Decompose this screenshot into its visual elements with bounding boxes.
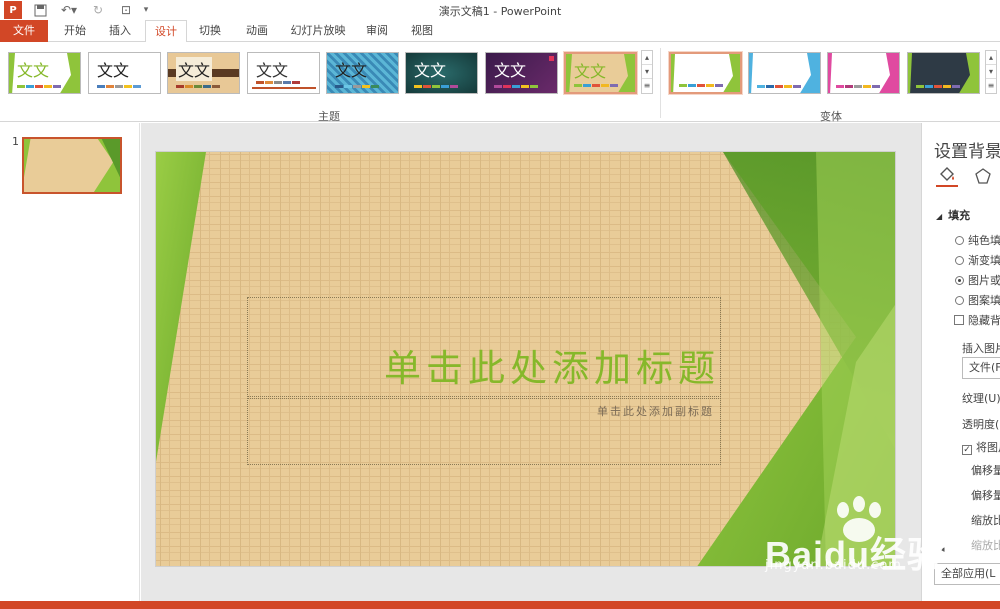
tab-home[interactable]: 开始 (58, 20, 92, 42)
variant-pink[interactable] (827, 52, 900, 94)
variants-group-label: 变体 (820, 110, 842, 123)
tile-picture-checkbox[interactable]: ✓将图片 (962, 439, 1000, 455)
file-button[interactable]: 文件(F (962, 357, 1000, 379)
tab-review[interactable]: 审阅 (360, 20, 394, 42)
design-ribbon: 文文 文文 文文 文文 文文 文文 文文 文文 ▴ ▾ ≡ 主题 ▴ ▾ ≡ 变… (0, 42, 1000, 123)
tab-file[interactable]: 文件 (0, 20, 48, 42)
theme-thumb-current[interactable]: 文文 (564, 52, 637, 94)
theme-thumb-retro[interactable]: 文文 (247, 52, 320, 94)
themes-gallery-scroll[interactable]: ▴ ▾ ≡ (641, 50, 653, 94)
slide-title[interactable]: 单击此处添加标题 (384, 338, 720, 392)
title-placeholder[interactable]: 单击此处添加标题 (247, 297, 721, 397)
collapse-triangle-icon: ◢ (936, 212, 943, 221)
tab-insert[interactable]: 插入 (103, 20, 137, 42)
tab-design[interactable]: 设计 (145, 20, 187, 43)
hide-background-checkbox[interactable]: 隐藏背 (954, 312, 1000, 328)
slide-thumbnails-pane (0, 123, 140, 601)
variant-dark[interactable] (907, 52, 980, 94)
more-icon[interactable]: ≡ (642, 79, 652, 93)
texture-label[interactable]: 纹理(U) (962, 390, 1000, 406)
picture-fill-option[interactable]: 图片或 (955, 272, 1000, 288)
subtitle-placeholder[interactable]: 单击此处添加副标题 (247, 398, 721, 465)
tab-transitions[interactable]: 切换 (193, 20, 227, 42)
effects-pentagon-icon[interactable] (972, 165, 994, 187)
window-title: 演示文稿1 - PowerPoint (438, 5, 562, 18)
transparency-label[interactable]: 透明度(I (962, 416, 1000, 432)
theme-thumb-facet[interactable]: 文文 (8, 52, 81, 94)
title-bar: P ↶▾ ↻ ⊡ ▾ 演示文稿1 - PowerPoint (0, 0, 1000, 20)
baidu-watermark: Baidu经验 jingyan.baidu.com (765, 496, 1000, 586)
status-bar (0, 601, 1000, 609)
insert-picture-label: 插入图片 (962, 342, 1000, 355)
theme-thumb-ion[interactable]: 文文 (405, 52, 478, 94)
fill-section-header[interactable]: ◢ 填充 (936, 207, 970, 223)
scroll-up-icon[interactable]: ▴ (986, 51, 996, 65)
scroll-down-icon[interactable]: ▾ (642, 65, 652, 79)
theme-thumb-purple[interactable]: 文文 (485, 52, 558, 94)
tab-slideshow[interactable]: 幻灯片放映 (286, 20, 350, 42)
slide-number: 1 (12, 135, 19, 148)
powerpoint-window: P ↶▾ ↻ ⊡ ▾ 演示文稿1 - PowerPoint 文件 开始 插入 设… (0, 0, 1000, 609)
scroll-up-icon[interactable]: ▴ (642, 51, 652, 65)
watermark-url: jingyan.baidu.com (765, 558, 902, 573)
pane-title: 设置背景 (934, 142, 1000, 162)
variant-green[interactable] (669, 52, 742, 94)
fill-bucket-icon[interactable] (936, 165, 958, 187)
offset-x-label: 偏移量 (971, 464, 1000, 477)
theme-thumb-office[interactable]: 文文 (88, 52, 161, 94)
variant-blue[interactable] (748, 52, 821, 94)
gradient-fill-option[interactable]: 渐变填 (955, 252, 1000, 268)
theme-thumb-wood[interactable]: 文文 (167, 52, 240, 94)
tab-animations[interactable]: 动画 (240, 20, 274, 42)
group-separator (660, 48, 661, 118)
tab-view[interactable]: 视图 (405, 20, 439, 42)
ribbon-tabs: 文件 开始 插入 设计 切换 动画 幻灯片放映 审阅 视图 (0, 20, 1000, 43)
theme-thumb-pattern[interactable]: 文文 (326, 52, 399, 94)
solid-fill-option[interactable]: 纯色填 (955, 232, 1000, 248)
themes-group-label: 主题 (318, 110, 340, 123)
pattern-fill-option[interactable]: 图案填 (955, 292, 1000, 308)
variants-gallery-scroll[interactable]: ▴ ▾ ≡ (985, 50, 997, 94)
more-icon[interactable]: ≡ (986, 79, 996, 93)
slide-subtitle[interactable]: 单击此处添加副标题 (597, 403, 714, 419)
slide-thumbnail-1[interactable] (22, 137, 122, 194)
scroll-down-icon[interactable]: ▾ (986, 65, 996, 79)
